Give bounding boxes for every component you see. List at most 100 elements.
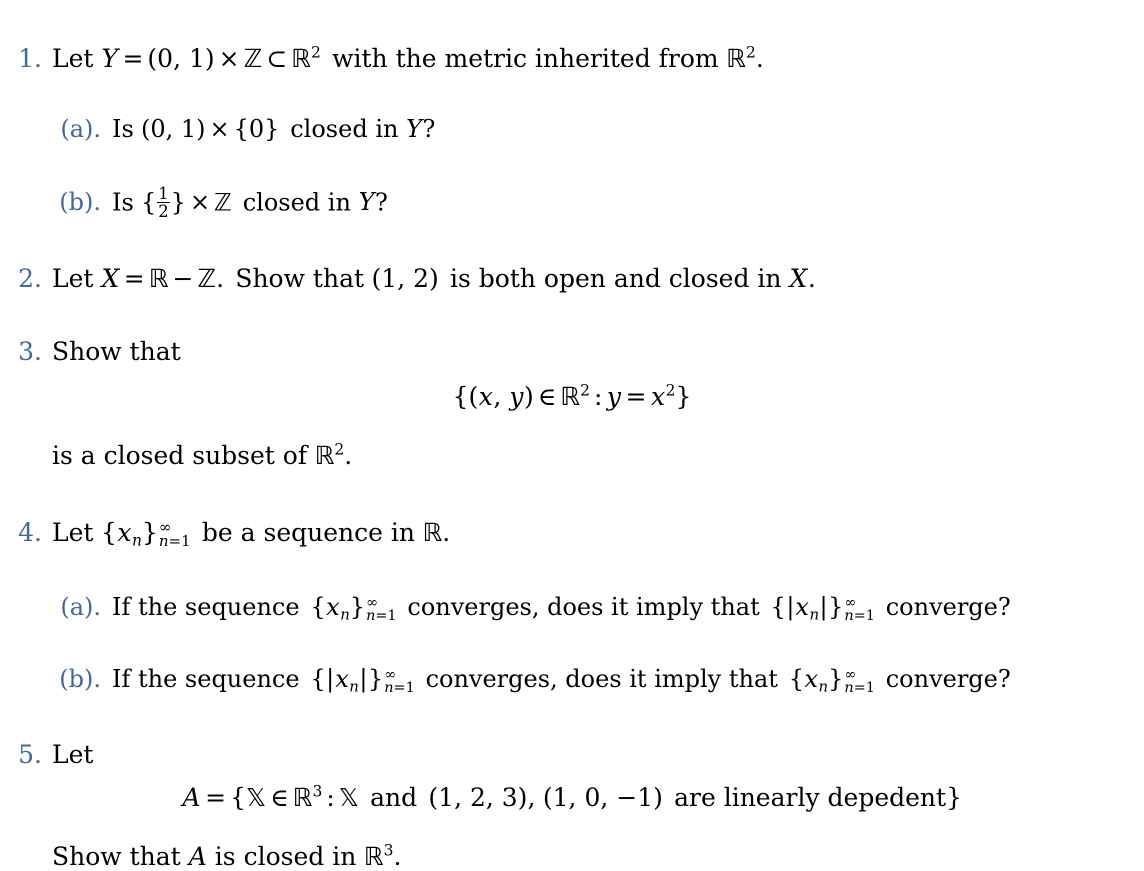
problem-4b-row: (b). If the sequence {|xn|} ∞ n=1 converges,… [0, 645, 1144, 717]
p3d-colon: : [593, 382, 603, 412]
p4a-seq2-sub: n [809, 605, 820, 624]
p1-subset: ⊂ [266, 44, 288, 73]
problem-1-marker: 1. [18, 44, 42, 73]
problem-item-5: 5. Let A = {𝕏 ∈ ℝ3: 𝕏and (1, 2, 3), (1, 0, −1) a… [0, 718, 1144, 871]
problem-4b-marker: (b). [59, 665, 101, 694]
p1a-times: × [209, 115, 230, 143]
p4b-seq2-sub: n [818, 677, 829, 696]
p4a-seq2-index-range: ∞ n=1 [844, 595, 875, 624]
p4-limit-bottom-n: n [158, 532, 169, 551]
p1b-lead: Is [112, 188, 134, 217]
p4b-seq2-brace-close: } [828, 665, 844, 694]
p5d-bbX: 𝕏 [245, 782, 267, 812]
p3d-reals: ℝ [560, 382, 581, 412]
problem-1a-row: (a). Is (0, 1) × {0} closed in Y? [0, 95, 1144, 163]
p5d-and: and [370, 782, 418, 812]
problem-item-2: 2. Let X = ℝ − ℤ. Show that (1, 2) is both open … [0, 242, 1144, 315]
p2-reals: ℝ [148, 264, 169, 294]
p1-exp2b: 2 [745, 43, 756, 62]
p4b-seq1-brace-close: } [367, 665, 384, 694]
p4b-seq2-var: x [804, 665, 819, 694]
problem-item-3: 3. Show that {(x, y) ∈ ℝ2: y = x2} is a closed… [0, 315, 1144, 470]
p3d-brace-open: { [452, 382, 469, 412]
p4-brace-open: { [100, 518, 117, 548]
p4b-seq1-bottom: n=1 [384, 681, 415, 695]
p4a-seq1-bottom: n=1 [366, 609, 397, 623]
p2-lead: Let [52, 264, 94, 294]
p5d-eq: = [205, 782, 227, 812]
problem-5-after-text: Show that Ais closed in ℝ3. [52, 842, 1144, 871]
p4-tail: be a sequence in [201, 518, 415, 548]
problem-4a-text: If the sequence {xn} ∞ n=1 converges, does i… [112, 573, 1011, 645]
problem-5-marker: 5. [18, 739, 42, 769]
p1b-integers: ℤ [214, 188, 232, 217]
p4b-seq1-var: x [335, 665, 349, 694]
p5d-comma: , [527, 782, 536, 812]
p4b-seq1-bottom-n: n [384, 680, 394, 697]
p4-brace-close: } [141, 518, 158, 548]
p4a-seq2-bar-open: | [786, 593, 795, 622]
p1-reals-2: ℝ [726, 44, 746, 73]
p3d-paren-open: ( [468, 382, 479, 412]
p4a-seq1-sub: n [340, 605, 350, 624]
p4-period: . [442, 518, 451, 548]
problem-1-row: 1. Let Y = (0, 1) × ℤ ⊂ ℝ2 with the metric inher… [0, 22, 1144, 95]
p4a-seq1-bottom-n: n [366, 607, 376, 624]
p4-limit-bottom: n=1 [159, 534, 191, 549]
problem-1a-text: Is (0, 1) × {0} closed in Y? [112, 95, 435, 163]
p3a-reals: ℝ [314, 441, 335, 471]
problem-1-text: Let Y = (0, 1) × ℤ ⊂ ℝ2 with the metric inherite… [52, 22, 764, 95]
p1-period: . [755, 44, 764, 73]
problem-3-marker: 3. [18, 337, 42, 367]
p3a-lead: is a closed subset of [52, 441, 308, 471]
problem-4a-row: (a). If the sequence {xn} ∞ n=1 converges, d… [0, 573, 1144, 645]
p1a-set-zero: {0} [233, 115, 280, 143]
p1b-times: × [189, 188, 211, 217]
p2-mid: Show that [235, 264, 365, 294]
p4a-seq2-bottom-n: n [844, 607, 854, 624]
p3d-brace-close: } [675, 382, 692, 412]
p2-eq: = [123, 264, 145, 294]
p5d-vector-2: (1, 0, −1) [542, 782, 663, 812]
p3d-comma: , [493, 382, 502, 412]
p5d-vector-1: (1, 2, 3) [428, 782, 528, 812]
p3d-paren-close: ) [523, 382, 534, 412]
problem-1b-marker: (b). [59, 188, 101, 217]
problem-5-text: Let [52, 739, 94, 769]
p4a-seq1-var: x [326, 593, 340, 622]
problem-list: 1. Let Y = (0, 1) × ℤ ⊂ ℝ2 with the metric inher… [0, 0, 1144, 871]
p4a-seq1-brace-close: } [349, 593, 366, 622]
p1-interval: (0, 1) [147, 44, 215, 73]
p4b-seq2-top: ∞ [844, 666, 857, 683]
problem-3-row: 3. Show that [0, 315, 1144, 388]
p1a-question-mark: ? [422, 115, 436, 143]
p5d-bbX-2: 𝕏 [338, 782, 359, 812]
problem-2-row: 2. Let X = ℝ − ℤ. Show that (1, 2) is both open … [0, 242, 1144, 315]
p4a-seq2-brace-open: { [770, 593, 786, 622]
p3d-in: ∈ [537, 382, 557, 412]
p4-reals: ℝ [422, 518, 443, 548]
p1-eq: = [122, 44, 144, 73]
p1-tail: with the metric inherited from [332, 44, 719, 73]
p2-dot: . [216, 264, 225, 294]
p4-limit-bottom-eq: =1 [168, 532, 191, 551]
p1b-frac-denominator: 2 [158, 202, 169, 222]
p3d-exp2: 2 [580, 381, 590, 400]
p5a-lead: Show that [52, 841, 181, 871]
p4-index-range: ∞ n=1 [159, 520, 191, 549]
p4a-seq1-top: ∞ [366, 594, 379, 611]
p3d-var-y: y [509, 382, 524, 412]
p4b-seq1-bar-close: | [359, 665, 368, 694]
problem-item-1: 1. Let Y = (0, 1) × ℤ ⊂ ℝ2 with the metric inher… [0, 22, 1144, 242]
p3d-var-x-2: x [650, 382, 666, 412]
p4b-mid: converges, does it imply that [425, 665, 778, 694]
p4a-seq2-bar-close: | [819, 593, 828, 622]
p5d-in: ∈ [270, 782, 289, 812]
problem-1b-row: (b). Is{1 2} × ℤclosed in Y? [0, 163, 1144, 242]
p5d-exp3: 3 [312, 781, 323, 800]
p5d-colon: : [326, 782, 335, 812]
problem-2-marker: 2. [18, 264, 42, 294]
p4b-seq2-bottom-n: n [844, 680, 854, 697]
document-page: 1. Let Y = (0, 1) × ℤ ⊂ ℝ2 with the metric inher… [0, 0, 1144, 871]
p1a-mid: closed in [290, 115, 399, 143]
